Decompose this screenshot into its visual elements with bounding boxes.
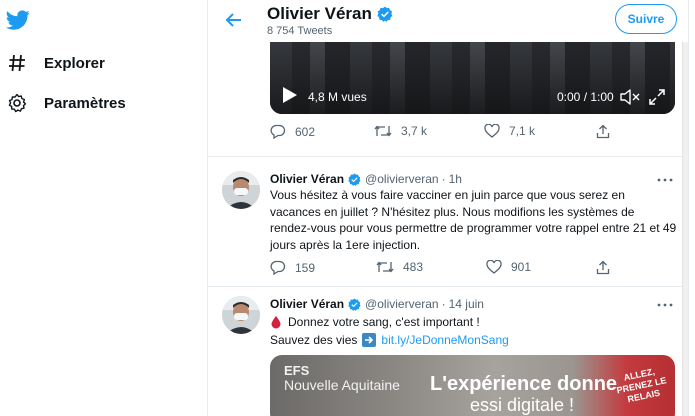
video-time: 0:00 / 1:00 bbox=[557, 90, 614, 104]
retweet-button[interactable]: 3,7 k bbox=[374, 124, 427, 138]
author-name[interactable]: Olivier Véran bbox=[270, 297, 344, 311]
arrow-right-emoji-icon bbox=[362, 332, 377, 347]
divider bbox=[208, 286, 688, 287]
like-button[interactable]: 7,1 k bbox=[484, 124, 535, 138]
tweet-date[interactable]: 1h bbox=[449, 172, 462, 186]
heart-icon bbox=[486, 260, 502, 274]
nav-item-label: Explorer bbox=[44, 54, 105, 72]
author-handle[interactable]: @olivierveran bbox=[365, 297, 439, 311]
retweet-count: 483 bbox=[403, 260, 424, 274]
scrollbar[interactable] bbox=[682, 0, 688, 416]
play-icon[interactable] bbox=[282, 86, 298, 104]
like-count: 7,1 k bbox=[509, 124, 536, 138]
video-views: 4,8 M vues bbox=[308, 90, 367, 104]
reply-count: 602 bbox=[295, 124, 316, 139]
like-count: 901 bbox=[511, 260, 532, 274]
avatar[interactable] bbox=[222, 296, 260, 334]
more-options-icon[interactable] bbox=[656, 300, 674, 310]
tweet-header: Olivier Véran @olivierveran · 1h bbox=[270, 172, 462, 186]
page-title: Olivier Véran bbox=[267, 4, 393, 24]
verified-badge-icon bbox=[348, 173, 361, 186]
profile-header: Olivier Véran 8 754 Tweets Suivre bbox=[208, 0, 688, 42]
reply-button[interactable]: 602 bbox=[270, 124, 315, 139]
retweet-icon bbox=[376, 261, 394, 273]
dot-separator: · bbox=[441, 172, 446, 186]
tweet-date[interactable]: 14 juin bbox=[449, 297, 484, 311]
image-text: essi digitale ! bbox=[470, 395, 575, 415]
author-name[interactable]: Olivier Véran bbox=[270, 172, 344, 186]
nav-item-label: Paramètres bbox=[44, 94, 126, 112]
follow-button[interactable]: Suivre bbox=[615, 4, 677, 34]
share-icon bbox=[596, 260, 610, 275]
avatar[interactable] bbox=[222, 171, 260, 209]
tweet-link[interactable]: bit.ly/JeDonneMonSang bbox=[381, 332, 508, 349]
author-handle[interactable]: @olivierveran bbox=[365, 172, 439, 186]
tweet-text: Donnez votre sang, c'est important ! Sau… bbox=[270, 314, 678, 348]
reply-button[interactable]: 159 bbox=[270, 260, 315, 275]
reply-count: 159 bbox=[295, 260, 316, 275]
tweet-image[interactable]: EFS Nouvelle Aquitaine L'expérience donn… bbox=[270, 355, 675, 416]
gear-icon bbox=[6, 92, 28, 114]
retweet-count: 3,7 k bbox=[401, 124, 428, 138]
tweet-actions: 159 483 901 bbox=[270, 260, 620, 278]
tweet-line: Sauvez des vies bbox=[270, 332, 358, 347]
back-arrow-icon[interactable] bbox=[224, 10, 244, 30]
share-icon bbox=[596, 124, 610, 139]
reply-icon bbox=[270, 260, 286, 275]
retweet-icon bbox=[374, 125, 392, 137]
verified-badge-icon bbox=[377, 6, 393, 22]
mute-icon[interactable] bbox=[620, 88, 640, 106]
twitter-logo-icon[interactable] bbox=[6, 8, 30, 32]
profile-name: Olivier Véran bbox=[267, 4, 372, 23]
left-nav: Explorer Paramètres bbox=[0, 0, 207, 416]
reply-icon bbox=[270, 124, 286, 139]
image-text: L'expérience donne bbox=[430, 373, 618, 395]
divider bbox=[208, 156, 688, 157]
nav-item-parametres[interactable]: Paramètres bbox=[6, 92, 126, 114]
profile-timeline: 4,8 M vues 0:00 / 1:00 602 3,7 k 7,1 k O… bbox=[207, 0, 689, 416]
fullscreen-icon[interactable] bbox=[648, 88, 666, 106]
tweet-count: 8 754 Tweets bbox=[267, 25, 333, 37]
share-button[interactable] bbox=[596, 124, 610, 139]
blood-drop-icon bbox=[271, 316, 281, 329]
tweet-line: Donnez votre sang, c'est important ! bbox=[288, 315, 480, 329]
share-button[interactable] bbox=[596, 260, 610, 275]
tweet-actions: 602 3,7 k 7,1 k bbox=[270, 124, 620, 142]
image-badge: ALLEZ, PRENEZ LE RELAIS bbox=[615, 366, 668, 405]
video-player[interactable]: 4,8 M vues 0:00 / 1:00 bbox=[270, 42, 675, 114]
like-button[interactable]: 901 bbox=[486, 260, 531, 274]
nav-item-explorer[interactable]: Explorer bbox=[6, 52, 105, 74]
more-options-icon[interactable] bbox=[656, 175, 674, 185]
heart-icon bbox=[484, 124, 500, 138]
verified-badge-icon bbox=[348, 298, 361, 311]
retweet-button[interactable]: 483 bbox=[376, 260, 423, 274]
hash-icon bbox=[6, 52, 28, 74]
tweet-header: Olivier Véran @olivierveran · 14 juin bbox=[270, 297, 484, 311]
image-text: EFS bbox=[284, 363, 310, 378]
dot-separator: · bbox=[441, 297, 446, 311]
tweet-text: Vous hésitez à vous faire vacciner en ju… bbox=[270, 188, 677, 252]
image-text: Nouvelle Aquitaine bbox=[284, 377, 400, 393]
